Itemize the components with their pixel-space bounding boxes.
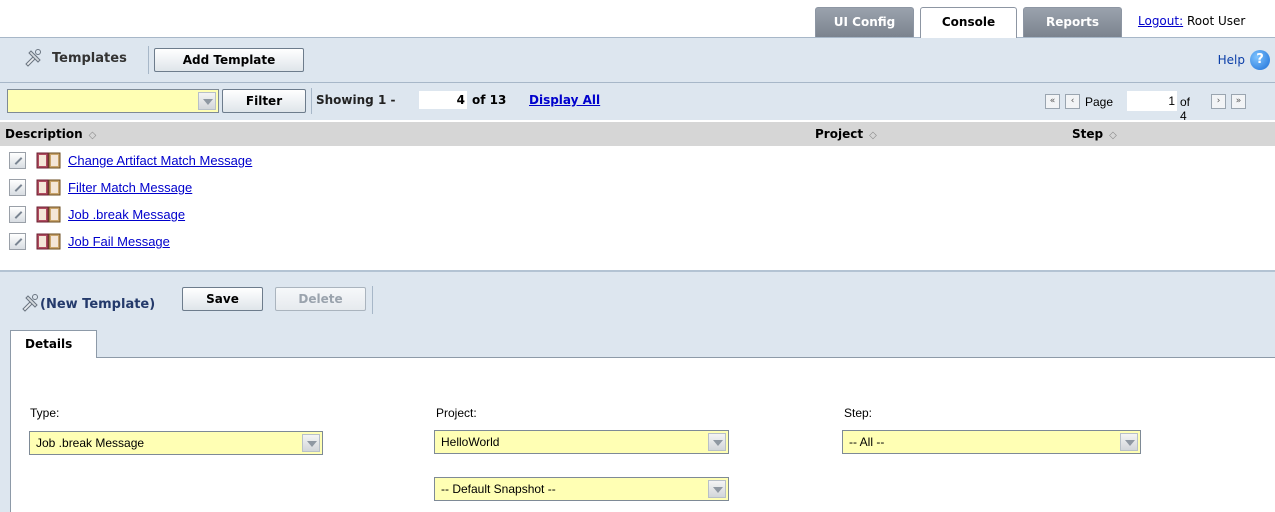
showing-count-input[interactable]: 4 [418, 90, 468, 110]
sort-icon[interactable]: ◇ [869, 130, 877, 141]
snapshot-select[interactable]: -- Default Snapshot -- [434, 477, 729, 501]
step-select-value: -- All -- [849, 435, 885, 449]
add-template-button[interactable]: Add Template [154, 48, 304, 72]
last-page-icon[interactable]: » [1231, 94, 1246, 109]
edit-icon[interactable] [9, 233, 26, 250]
help-icon[interactable]: ? [1250, 50, 1270, 70]
chevron-down-icon[interactable] [198, 92, 216, 110]
step-select[interactable]: -- All -- [842, 430, 1141, 454]
filter-button[interactable]: Filter [222, 89, 306, 113]
snapshot-select-value: -- Default Snapshot -- [441, 482, 556, 496]
table-row: Filter Match Message [0, 174, 1275, 201]
showing-total: of 13 [472, 93, 507, 107]
divider [372, 286, 373, 314]
logout-link[interactable]: Logout: [1138, 14, 1183, 28]
templates-toolbar: Templates Add Template Help ? [0, 37, 1275, 83]
template-link[interactable]: Job Fail Message [68, 234, 170, 249]
table-row: Job Fail Message [0, 228, 1275, 255]
project-select-value: HelloWorld [441, 435, 500, 449]
template-link[interactable]: Change Artifact Match Message [68, 153, 252, 168]
showing-label: Showing 1 - [316, 93, 396, 107]
tab-ui-config[interactable]: UI Config [815, 7, 914, 37]
project-select[interactable]: HelloWorld [434, 430, 729, 454]
user-area: Logout: Root User [1138, 14, 1245, 28]
book-icon[interactable] [36, 178, 62, 197]
save-button[interactable]: Save [182, 287, 263, 311]
sort-icon[interactable]: ◇ [1109, 130, 1117, 141]
chevron-down-icon[interactable] [708, 480, 726, 498]
page-label: Page [1085, 95, 1114, 109]
page-total: of 4 [1180, 95, 1191, 123]
divider [148, 46, 149, 74]
filter-select[interactable] [7, 89, 219, 113]
next-page-icon[interactable]: › [1211, 94, 1226, 109]
delete-button[interactable]: Delete [275, 287, 366, 311]
template-link[interactable]: Filter Match Message [68, 180, 192, 195]
editor-title: (New Template) [40, 297, 156, 312]
tab-reports[interactable]: Reports [1023, 7, 1122, 37]
book-icon[interactable] [36, 232, 62, 251]
edit-icon[interactable] [9, 152, 26, 169]
template-link[interactable]: Job .break Message [68, 207, 185, 222]
type-label: Type: [30, 406, 60, 420]
display-all-link[interactable]: Display All [529, 93, 600, 107]
column-project[interactable]: Project ◇ [815, 127, 877, 141]
user-name: Root User [1186, 14, 1246, 28]
column-step[interactable]: Step ◇ [1072, 127, 1117, 141]
top-nav: UI Config Console Reports Logout: Root U… [0, 0, 1275, 38]
step-label: Step: [844, 406, 873, 420]
column-description[interactable]: Description ◇ [5, 127, 96, 141]
divider [311, 88, 312, 114]
templates-title: Templates [52, 51, 127, 66]
chevron-down-icon[interactable] [302, 434, 320, 452]
book-icon[interactable] [36, 205, 62, 224]
templates-icon [25, 49, 41, 67]
edit-icon[interactable] [9, 179, 26, 196]
help-link[interactable]: Help [1218, 53, 1245, 67]
project-label: Project: [436, 406, 477, 420]
sort-icon[interactable]: ◇ [89, 130, 97, 141]
table-row: Job .break Message [0, 201, 1275, 228]
chevron-down-icon[interactable] [708, 433, 726, 451]
tab-console[interactable]: Console [920, 7, 1017, 38]
page-number-input[interactable]: 1 [1127, 91, 1177, 111]
tab-details[interactable]: Details [10, 330, 97, 358]
chevron-down-icon[interactable] [1120, 433, 1138, 451]
edit-icon[interactable] [9, 206, 26, 223]
book-icon[interactable] [36, 151, 62, 170]
first-page-icon[interactable]: « [1045, 94, 1060, 109]
template-icon [22, 294, 38, 312]
table-header: Description ◇ Project ◇ Step ◇ [0, 122, 1275, 146]
prev-page-icon[interactable]: ‹ [1065, 94, 1080, 109]
type-select[interactable]: Job .break Message [29, 431, 323, 455]
type-select-value: Job .break Message [36, 436, 145, 450]
table-row: Change Artifact Match Message [0, 147, 1275, 174]
